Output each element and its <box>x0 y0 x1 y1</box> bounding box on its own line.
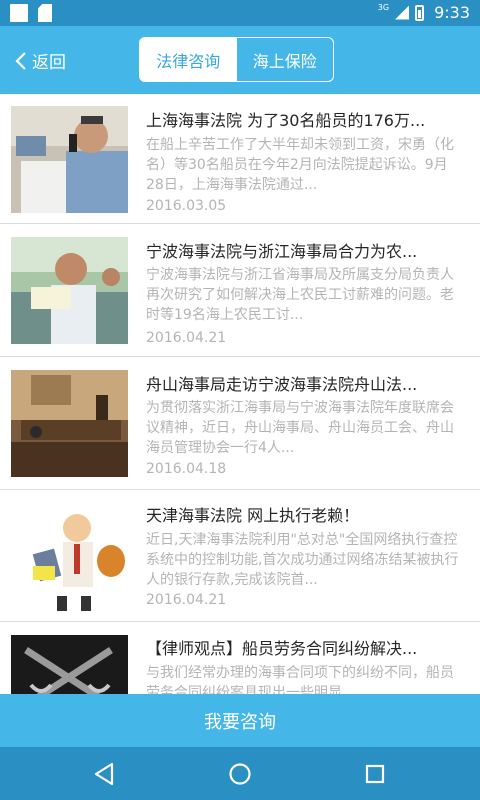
notification-icon <box>10 4 28 22</box>
article-thumbnail <box>11 106 128 213</box>
article-thumbnail <box>11 635 128 694</box>
article-summary: 宁波海事法院与浙江省海事局及所属支分局负责人再次研究了如何解决海上农民工讨薪难的… <box>146 267 454 323</box>
article-summary: 近日,天津海事法院利用"总对总"全国网络执行查控系统中的控制功能,首次成功通过网… <box>146 532 459 588</box>
article-thumbnail <box>11 506 128 613</box>
signal-icon <box>395 5 410 20</box>
article-title: 宁波海事法院与浙江海事局合力为农... <box>146 242 418 261</box>
article-summary: 在船上辛苦工作了大半年却未领到工资，宋勇（化名）等30名船员在今年2月向法院提起… <box>146 137 454 193</box>
back-label: 返回 <box>32 53 66 73</box>
battery-icon <box>415 4 425 21</box>
back-button[interactable]: 返回 <box>14 48 66 73</box>
recents-square-icon[interactable] <box>362 761 388 787</box>
status-bar: 3G 9:33 <box>0 0 480 26</box>
list-item[interactable]: 宁波海事法院与浙江海事局合力为农... 宁波海事法院与浙江省海事局及所属支分局负… <box>0 227 480 357</box>
article-date: 2016.04.18 <box>146 461 227 477</box>
article-title: 舟山海事局走访宁波海事法院舟山法... <box>146 375 418 394</box>
article-title: 【律师观点】船员劳务合同纠纷解决... <box>146 639 418 658</box>
home-circle-icon[interactable] <box>227 761 253 787</box>
article-title: 上海海事法院 为了30名船员的176万... <box>146 111 426 130</box>
network-type: 3G <box>377 3 390 12</box>
article-date: 2016.04.21 <box>146 592 227 608</box>
article-summary: 与我们经常办理的海事合同项下的纠纷不同，船员劳务合同纠纷案具现出一些明显... <box>146 665 454 694</box>
article-list: 上海海事法院 为了30名船员的176万... 在船上辛苦工作了大半年却未领到工资… <box>0 94 480 694</box>
article-title: 天津海事法院 网上执行老赖！ <box>146 506 360 525</box>
list-item[interactable]: 舟山海事局走访宁波海事法院舟山法... 为贯彻落实浙江海事局与宁波海事法院年度联… <box>0 360 480 490</box>
segment-tabs: 法律咨询 海上保险 <box>139 37 334 82</box>
list-item[interactable]: 天津海事法院 网上执行老赖！ 近日,天津海事法院利用"总对总"全国网络执行查控系… <box>0 492 480 622</box>
article-date: 2016.04.21 <box>146 330 227 346</box>
article-thumbnail <box>11 237 128 344</box>
tab-legal-consult[interactable]: 法律咨询 <box>140 38 237 81</box>
clock: 9:33 <box>434 3 470 22</box>
list-item[interactable]: 上海海事法院 为了30名船员的176万... 在船上辛苦工作了大半年却未领到工资… <box>0 94 480 224</box>
chevron-left-icon <box>15 51 26 70</box>
consult-button[interactable]: 我要咨询 <box>0 694 480 747</box>
article-summary: 为贯彻落实浙江海事局与宁波海事法院年度联席会议精神，近日，舟山海事局、舟山海员工… <box>146 400 454 456</box>
article-thumbnail <box>11 370 128 477</box>
sd-card-icon <box>38 4 52 22</box>
system-nav-bar <box>0 747 480 800</box>
back-triangle-icon[interactable] <box>92 761 118 787</box>
top-nav: 返回 法律咨询 海上保险 <box>0 26 480 94</box>
list-item[interactable]: 【律师观点】船员劳务合同纠纷解决... 与我们经常办理的海事合同项下的纠纷不同，… <box>0 625 480 694</box>
article-date: 2016.03.05 <box>146 198 227 214</box>
tab-marine-insurance[interactable]: 海上保险 <box>237 38 334 81</box>
